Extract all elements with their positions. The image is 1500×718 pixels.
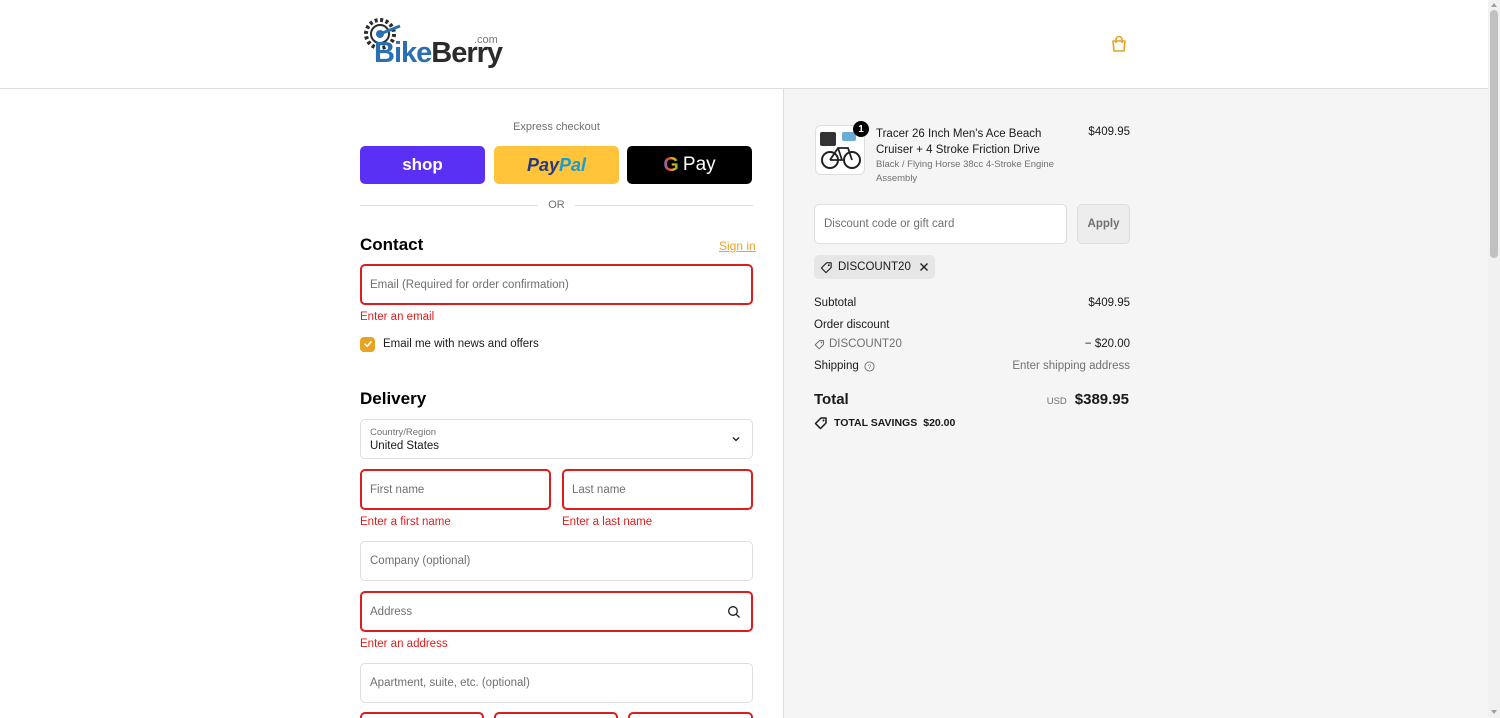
order-summary: 1 Tracer 26 Inch Men's Ace Beach Cruiser… xyxy=(783,89,1488,718)
quantity-badge: 1 xyxy=(853,121,869,137)
logo-suffix: .com xyxy=(474,34,498,46)
email-error: Enter an email xyxy=(360,311,435,323)
product-price: $409.95 xyxy=(1088,126,1130,138)
company-field[interactable]: Company (optional) xyxy=(360,541,753,581)
svg-text:?: ? xyxy=(867,363,871,370)
product-thumbnail: 1 xyxy=(815,121,869,175)
checkmark-icon xyxy=(360,336,375,352)
city-field[interactable] xyxy=(360,712,484,718)
apartment-field[interactable]: Apartment, suite, etc. (optional) xyxy=(360,663,753,703)
page-scrollbar[interactable] xyxy=(1488,0,1500,718)
cart-line-item: 1 Tracer 26 Inch Men's Ace Beach Cruiser… xyxy=(815,121,1130,195)
email-field[interactable]: Email (Required for order confirmation) xyxy=(360,264,753,305)
total-savings: TOTAL SAVINGS $20.00 xyxy=(814,416,955,430)
shipping-row: Shipping ? Enter shipping address xyxy=(814,360,1130,372)
address-field[interactable]: Address xyxy=(360,591,753,632)
search-icon xyxy=(728,606,740,618)
newsletter-checkbox[interactable]: Email me with news and offers xyxy=(360,336,539,352)
express-checkout-label: Express checkout xyxy=(513,121,600,133)
or-divider: OR xyxy=(360,197,753,213)
chevron-down-icon xyxy=(732,437,740,442)
zip-field[interactable] xyxy=(628,712,753,718)
remove-discount-icon[interactable] xyxy=(919,262,929,272)
shop-pay-button[interactable]: shop xyxy=(360,146,485,184)
first-name-error: Enter a first name xyxy=(360,516,451,528)
discount-code-input[interactable]: Discount code or gift card xyxy=(814,204,1067,244)
savings-tag-icon xyxy=(814,417,827,430)
apply-discount-button[interactable]: Apply xyxy=(1077,204,1130,244)
applied-discount-chip: DISCOUNT20 xyxy=(814,255,935,279)
tag-icon xyxy=(814,339,824,349)
last-name-field[interactable]: Last name xyxy=(562,469,753,510)
total-amount: USD $389.95 xyxy=(1046,391,1129,408)
sign-in-link[interactable]: Sign in xyxy=(719,239,756,253)
help-circle-icon[interactable]: ? xyxy=(864,360,875,372)
product-variant: Black / Flying Horse 38cc 4-Stroke Engin… xyxy=(876,159,1054,184)
google-pay-button[interactable]: G Pay xyxy=(627,146,752,184)
order-discount-row: Order discount xyxy=(814,319,890,331)
paypal-button[interactable]: PayPal xyxy=(494,146,619,184)
site-header: BikeBerry .com xyxy=(0,0,1488,89)
total-label: Total xyxy=(814,391,849,408)
bikeberry-logo[interactable]: BikeBerry .com xyxy=(360,14,505,74)
scrollbar-thumb[interactable] xyxy=(1490,10,1498,258)
google-g-icon: G xyxy=(663,153,679,176)
delivery-heading: Delivery xyxy=(360,389,427,408)
product-name: Tracer 26 Inch Men's Ace Beach Cruiser +… xyxy=(876,128,1042,156)
address-error: Enter an address xyxy=(360,638,448,650)
checkout-form: Express checkout shop PayPal G Pay OR Con… xyxy=(0,89,783,718)
first-name-field[interactable]: First name xyxy=(360,469,551,510)
last-name-error: Enter a last name xyxy=(562,516,653,528)
shopping-bag-icon[interactable] xyxy=(1109,34,1131,56)
subtotal-row: Subtotal $409.95 xyxy=(814,297,1130,309)
country-select[interactable]: Country/Region United States xyxy=(360,419,753,459)
order-discount-code-row: DISCOUNT20 − $20.00 xyxy=(814,338,1130,350)
state-field[interactable] xyxy=(494,712,618,718)
contact-heading: Contact xyxy=(360,235,424,254)
tag-icon xyxy=(820,261,832,273)
